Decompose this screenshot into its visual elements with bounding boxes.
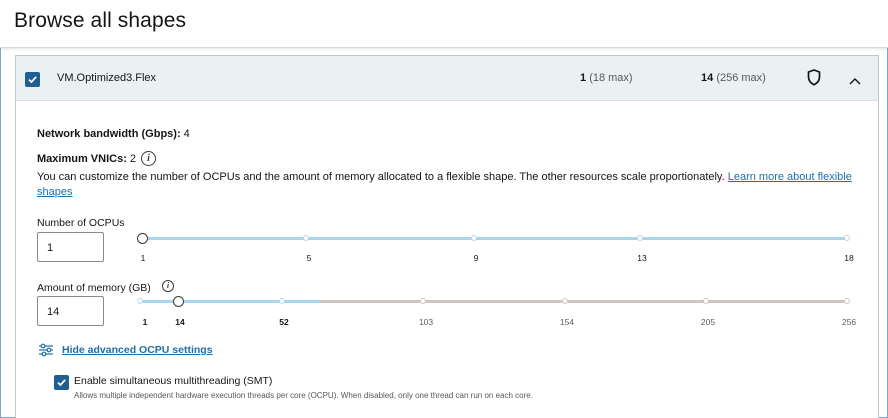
ocpu-input[interactable]: 1 xyxy=(37,232,104,262)
slider-tick-dot xyxy=(471,235,477,241)
slider-tick-dot xyxy=(844,298,850,304)
info-icon[interactable]: i xyxy=(141,151,156,166)
slider-tick-dot xyxy=(137,298,143,304)
hide-advanced-ocpu-settings-link[interactable]: Hide advanced OCPU settings xyxy=(62,344,213,356)
memory-tick-label: 14 xyxy=(175,317,185,327)
smt-checkbox[interactable] xyxy=(54,375,69,390)
smt-label: Enable simultaneous multithreading (SMT) xyxy=(74,375,273,387)
chevron-up-icon[interactable] xyxy=(849,72,861,90)
shape-row[interactable]: VM.Optimized3.Flex 1 (18 max) 14 (256 ma… xyxy=(16,56,878,101)
memory-tick-label: 1 xyxy=(142,317,148,327)
slider-tick-dot xyxy=(279,298,285,304)
ocpu-slider-handle[interactable] xyxy=(137,233,148,244)
memory-tick-label: 103 xyxy=(418,317,434,327)
page-title: Browse all shapes xyxy=(14,9,187,32)
memory-input[interactable]: 14 xyxy=(37,296,104,326)
slider-tick-dot xyxy=(303,235,309,241)
ocpu-tick-label: 13 xyxy=(637,253,647,263)
memory-tick-label: 205 xyxy=(700,317,716,327)
smt-help-text: Allows multiple independent hardware exe… xyxy=(74,391,533,400)
slider-tick-dot xyxy=(420,298,426,304)
maximum-vnics: Maximum VNICs: 2 xyxy=(37,153,137,165)
memory-tick-label: 256 xyxy=(841,317,857,327)
memory-tick-label: 154 xyxy=(559,317,575,327)
ocpu-tick-label: 1 xyxy=(140,253,146,263)
shape-select-checkbox[interactable] xyxy=(25,72,40,87)
shape-card: VM.Optimized3.Flex 1 (18 max) 14 (256 ma… xyxy=(15,55,879,418)
slider-tick-dot xyxy=(703,298,709,304)
network-bandwidth: Network bandwidth (Gbps): 4 xyxy=(37,128,190,140)
shape-name: VM.Optimized3.Flex xyxy=(57,72,157,84)
page-header: Browse all shapes xyxy=(0,0,888,48)
ocpu-count: 1 (18 max) xyxy=(580,72,633,84)
slider-tick-dot xyxy=(844,235,850,241)
ocpu-tick-label: 18 xyxy=(844,253,854,263)
flex-shape-description: You can customize the number of OCPUs an… xyxy=(37,171,852,198)
memory-slider-allowed-range xyxy=(140,300,320,303)
slider-tick-dot xyxy=(562,298,568,304)
memory-slider-handle[interactable] xyxy=(173,296,184,307)
memory-amount: 14 (256 max) xyxy=(701,72,766,84)
memory-label: Amount of memory (GB) xyxy=(37,282,151,294)
memory-tick-label: 52 xyxy=(279,317,289,327)
shield-icon xyxy=(807,69,821,91)
ocpu-tick-label: 5 xyxy=(306,253,312,263)
sliders-icon[interactable] xyxy=(38,343,54,362)
ocpu-label: Number of OCPUs xyxy=(37,217,125,229)
ocpu-slider-track[interactable] xyxy=(142,237,849,240)
slider-tick-dot xyxy=(637,235,643,241)
info-icon[interactable]: i xyxy=(162,280,174,292)
ocpu-tick-label: 9 xyxy=(473,253,479,263)
